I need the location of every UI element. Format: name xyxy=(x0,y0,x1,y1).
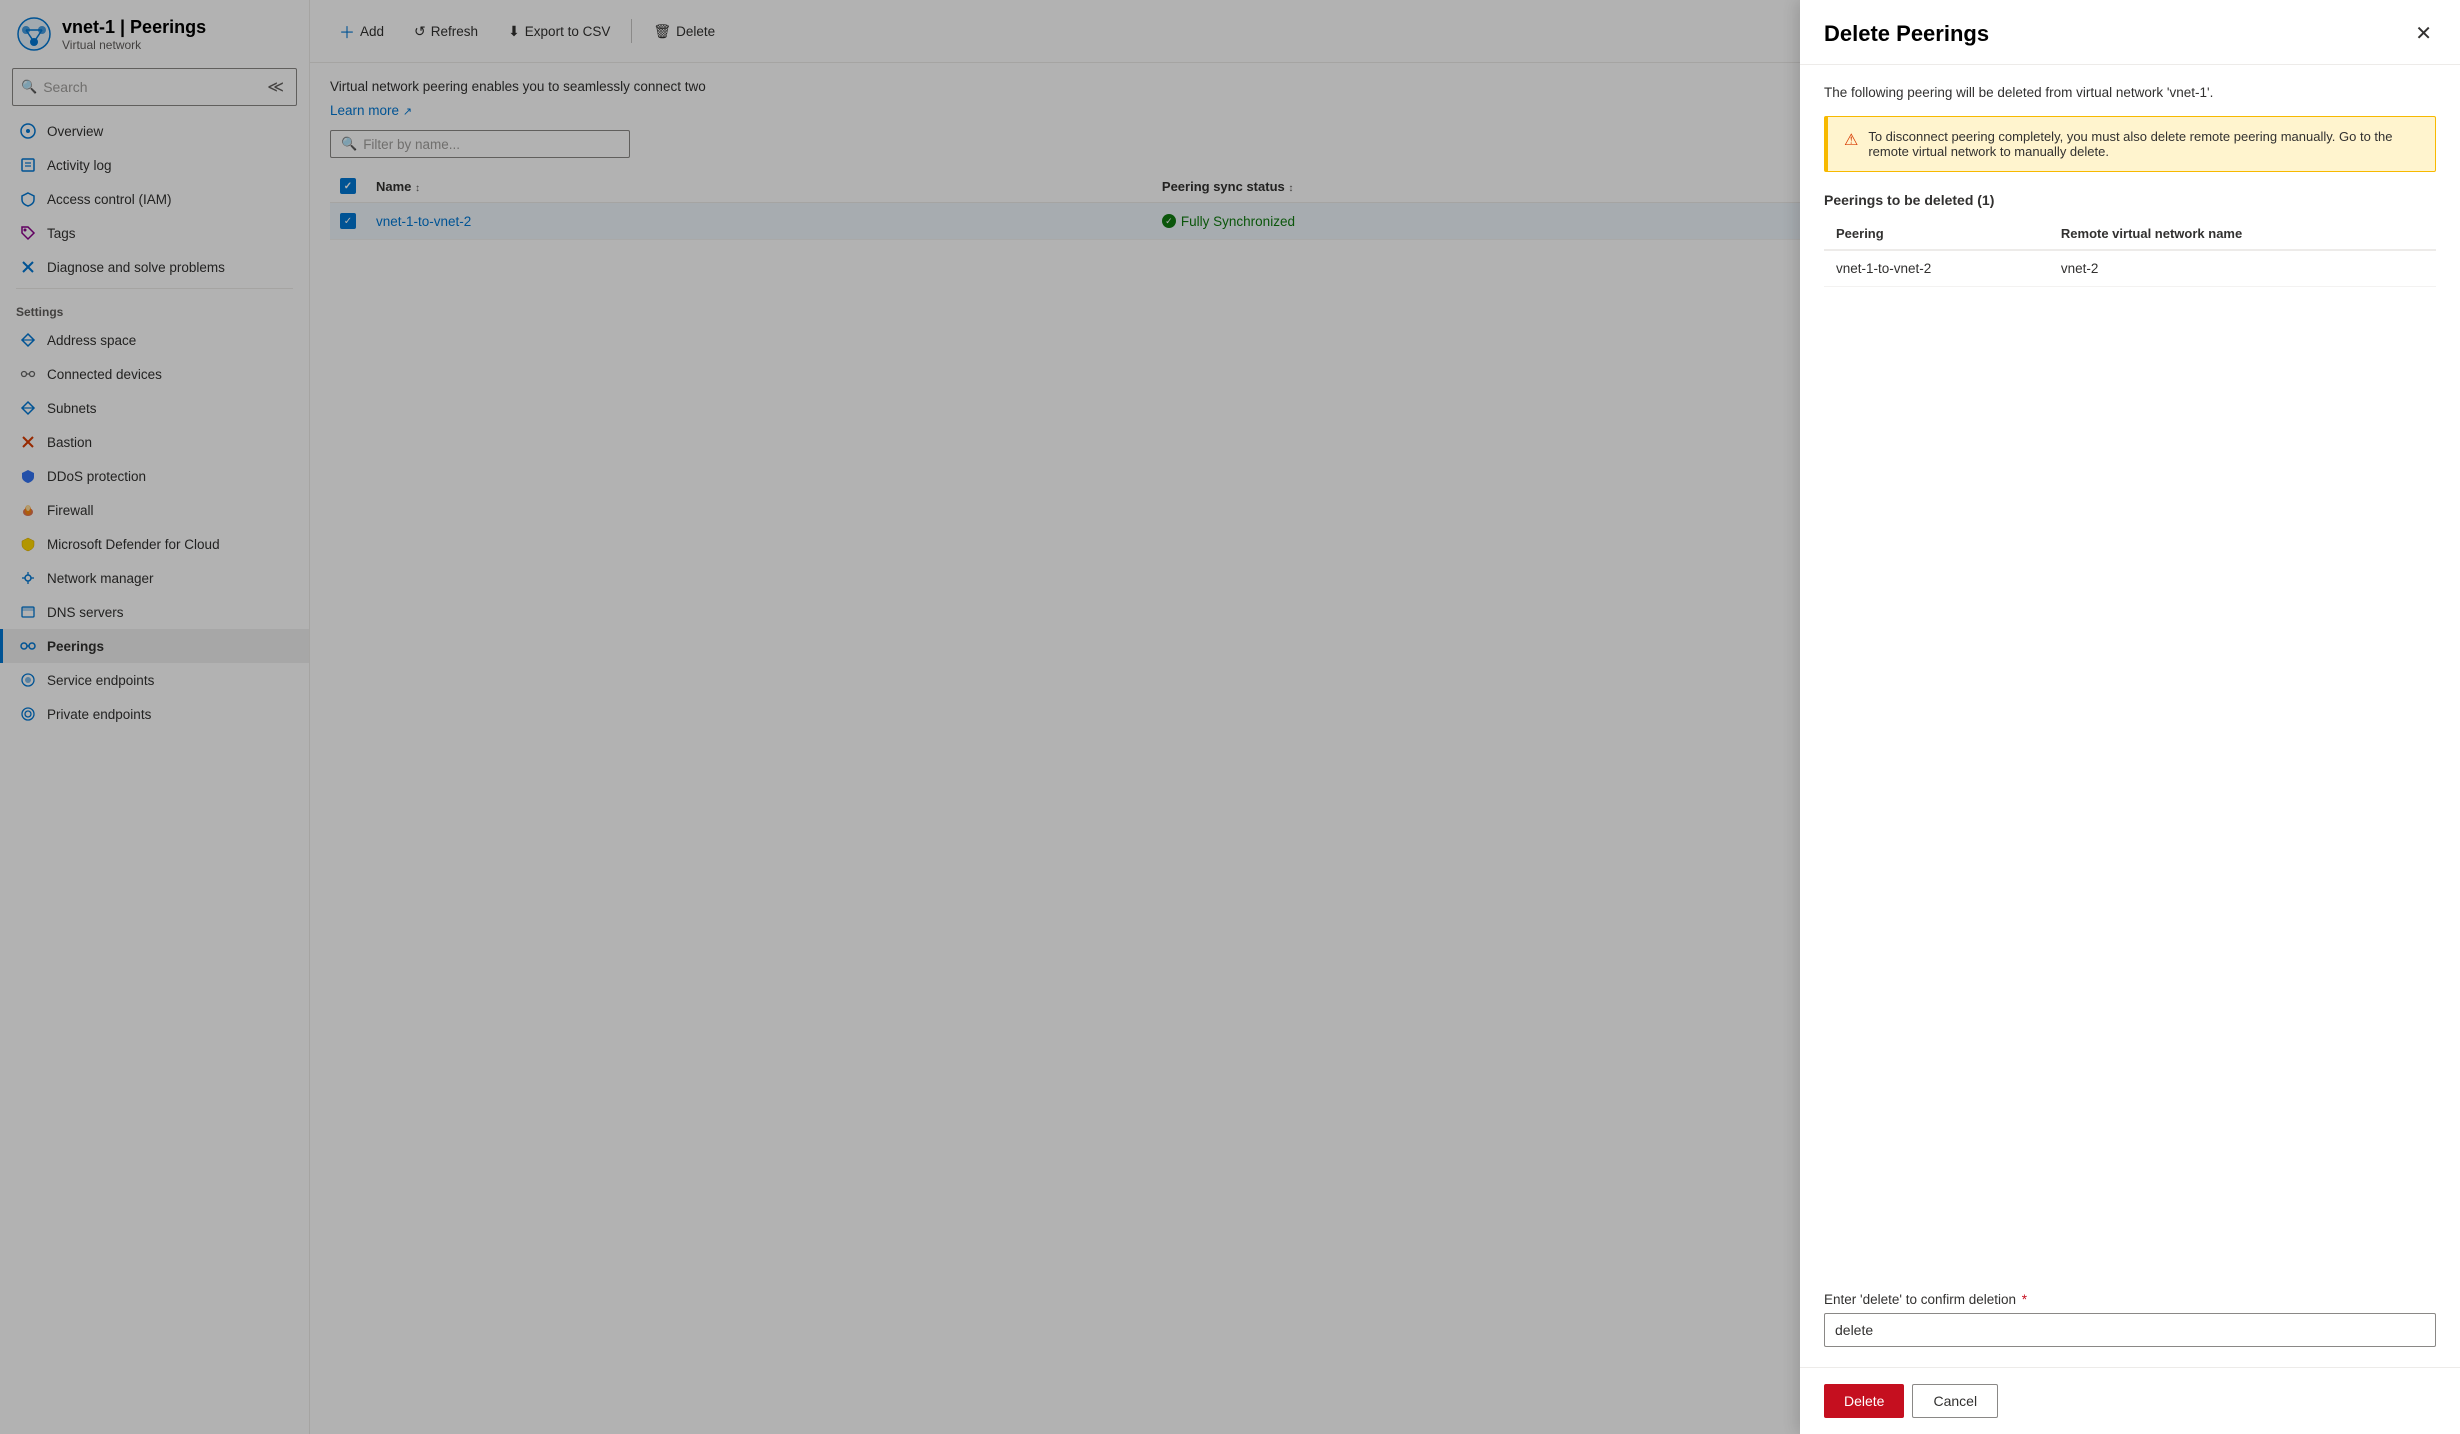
confirm-input[interactable] xyxy=(1824,1313,2436,1347)
delete-table-header: Peering Remote virtual network name xyxy=(1824,218,2436,250)
panel-delete-button[interactable]: Delete xyxy=(1824,1384,1904,1418)
delete-table-row: vnet-1-to-vnet-2 vnet-2 xyxy=(1824,250,2436,287)
confirm-label-text: Enter 'delete' to confirm deletion xyxy=(1824,1292,2016,1307)
delete-panel: Delete Peerings ✕ The following peering … xyxy=(1800,0,2460,1434)
panel-footer: Delete Cancel xyxy=(1800,1367,2460,1434)
delete-row-peering: vnet-1-to-vnet-2 xyxy=(1824,250,2049,287)
panel-header: Delete Peerings ✕ xyxy=(1800,0,2460,65)
panel-title: Delete Peerings xyxy=(1824,21,1989,47)
warning-text: To disconnect peering completely, you mu… xyxy=(1868,129,2419,159)
delete-peerings-table: Peering Remote virtual network name vnet… xyxy=(1824,218,2436,287)
required-star: * xyxy=(2022,1292,2027,1307)
panel-overlay: Delete Peerings ✕ The following peering … xyxy=(0,0,2460,1434)
delete-col-remote: Remote virtual network name xyxy=(2049,218,2436,250)
confirm-section: Enter 'delete' to confirm deletion * xyxy=(1824,1272,2436,1347)
delete-col-peering: Peering xyxy=(1824,218,2049,250)
peerings-count-label: Peerings to be deleted (1) xyxy=(1824,192,2436,208)
panel-cancel-button[interactable]: Cancel xyxy=(1912,1384,1998,1418)
panel-description: The following peering will be deleted fr… xyxy=(1824,85,2436,100)
panel-body: The following peering will be deleted fr… xyxy=(1800,65,2460,1367)
warning-box: ⚠ To disconnect peering completely, you … xyxy=(1824,116,2436,172)
confirm-label: Enter 'delete' to confirm deletion * xyxy=(1824,1292,2436,1307)
delete-row-remote: vnet-2 xyxy=(2049,250,2436,287)
warning-icon: ⚠ xyxy=(1844,130,1858,159)
panel-close-button[interactable]: ✕ xyxy=(2411,20,2436,48)
delete-table-body: vnet-1-to-vnet-2 vnet-2 xyxy=(1824,250,2436,287)
